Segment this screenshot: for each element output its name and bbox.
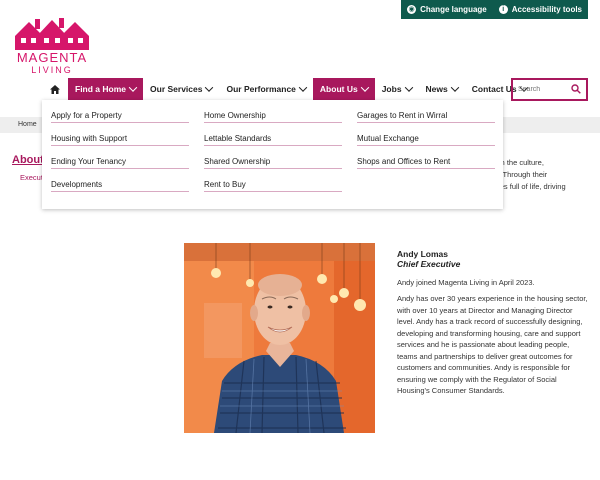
nav-our-services[interactable]: Our Services	[143, 78, 219, 100]
dropdown-item-shops-and-offices[interactable]: Shops and Offices to Rent	[357, 147, 495, 169]
dropdown-item-apply-for-a-property[interactable]: Apply for a Property	[51, 101, 189, 123]
nav-news-label: News	[425, 84, 448, 94]
dropdown-item-label: Shared Ownership	[204, 157, 271, 166]
dropdown-item-label: Mutual Exchange	[357, 134, 419, 143]
accessibility-tools-label: Accessibility tools	[511, 5, 582, 14]
accessibility-tools-link[interactable]: i Accessibility tools	[498, 5, 582, 14]
nav-news[interactable]: News	[419, 78, 465, 100]
dropdown-item-developments[interactable]: Developments	[51, 170, 189, 192]
nav-about-us[interactable]: About Us	[312, 78, 375, 100]
profile-role: Chief Executive	[397, 259, 461, 269]
nav-find-a-home[interactable]: Find a Home	[68, 78, 144, 100]
dropdown-item-shared-ownership[interactable]: Shared Ownership	[204, 147, 342, 169]
globe-icon: ◉	[407, 5, 417, 14]
portrait-illustration	[184, 243, 375, 433]
dropdown-item-label: Housing with Support	[51, 134, 128, 143]
main-nav: Find a Home Our Services Our Performance…	[44, 78, 534, 100]
dropdown-item-mutual-exchange[interactable]: Mutual Exchange	[357, 124, 495, 146]
find-a-home-dropdown: Apply for a Property Housing with Suppor…	[42, 100, 503, 209]
breadcrumb-home-link[interactable]: Home	[18, 121, 37, 128]
chief-executive-photo	[184, 243, 375, 433]
accessibility-icon: i	[498, 5, 508, 14]
nav-home-button[interactable]	[44, 78, 66, 100]
nav-our-services-label: Our Services	[150, 84, 203, 94]
profile-name: Andy Lomas	[397, 249, 449, 259]
dropdown-item-label: Apply for a Property	[51, 111, 122, 120]
logo-line-2: LIVING	[31, 65, 73, 75]
dropdown-item-label: Lettable Standards	[204, 134, 272, 143]
chevron-down-icon	[298, 83, 308, 92]
dropdown-item-home-ownership[interactable]: Home Ownership	[204, 101, 342, 123]
home-icon	[50, 84, 60, 94]
search-icon[interactable]	[571, 84, 581, 94]
search-box	[511, 78, 588, 101]
page-subtitle-fragment[interactable]: Execut	[20, 173, 43, 182]
chevron-down-icon	[205, 83, 214, 92]
dropdown-item-label: Rent to Buy	[204, 180, 246, 189]
chevron-down-icon	[128, 83, 138, 92]
site-logo[interactable]: MAGENTA LIVING	[13, 16, 91, 76]
dropdown-item-label: Developments	[51, 180, 103, 189]
dropdown-item-housing-with-support[interactable]: Housing with Support	[51, 124, 189, 146]
profile-intro: Andy joined Magenta Living in April 2023…	[397, 278, 535, 287]
nav-our-performance[interactable]: Our Performance	[219, 78, 312, 100]
dropdown-item-label: Ending Your Tenancy	[51, 157, 127, 166]
dropdown-item-lettable-standards[interactable]: Lettable Standards	[204, 124, 342, 146]
dropdown-item-label: Home Ownership	[204, 111, 266, 120]
dropdown-item-rent-to-buy[interactable]: Rent to Buy	[204, 170, 342, 192]
change-language-link[interactable]: ◉ Change language	[407, 5, 487, 14]
nav-our-performance-label: Our Performance	[226, 84, 296, 94]
dropdown-item-ending-your-tenancy[interactable]: Ending Your Tenancy	[51, 147, 189, 169]
dropdown-item-label: Garages to Rent in Wirral	[357, 111, 448, 120]
dropdown-item-label: Shops and Offices to Rent	[357, 157, 451, 166]
nav-jobs[interactable]: Jobs	[375, 78, 419, 100]
logo-line-1: MAGENTA	[16, 50, 88, 65]
logo-wordmark: MAGENTA LIVING	[13, 50, 91, 76]
nav-jobs-label: Jobs	[381, 84, 402, 94]
utility-bar: ◉ Change language i Accessibility tools	[401, 0, 588, 19]
chevron-down-icon	[404, 83, 413, 92]
profile-bio: Andy has over 30 years experience in the…	[397, 294, 588, 395]
chevron-down-icon	[360, 83, 369, 92]
search-input[interactable]	[513, 86, 571, 93]
nav-find-a-home-label: Find a Home	[75, 84, 127, 94]
change-language-label: Change language	[420, 5, 487, 14]
page-title-fragment[interactable]: About	[12, 154, 44, 166]
houses-logo-icon	[15, 18, 89, 50]
dropdown-item-garages-to-rent[interactable]: Garages to Rent in Wirral	[357, 101, 495, 123]
nav-about-us-label: About Us	[319, 84, 358, 94]
nav-contact-us-label: Contact Us	[471, 84, 517, 94]
chevron-down-icon	[450, 83, 460, 92]
